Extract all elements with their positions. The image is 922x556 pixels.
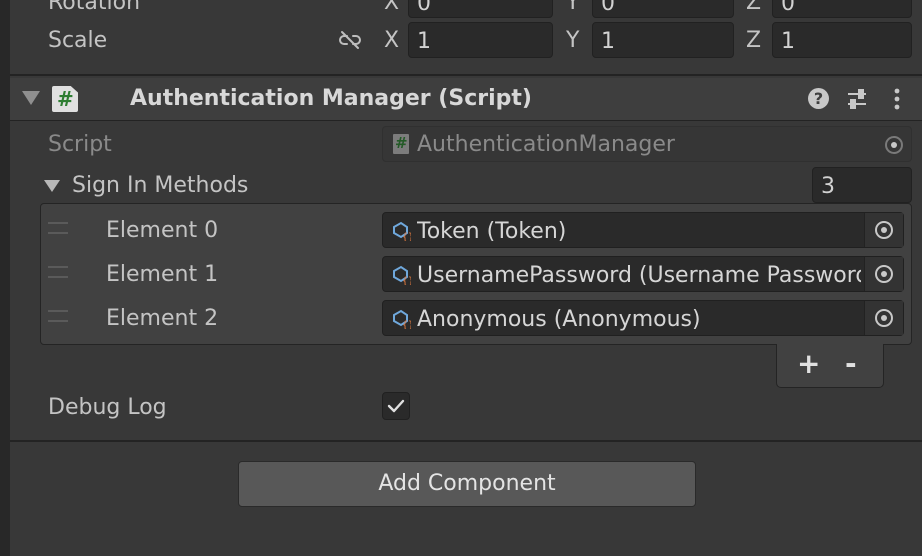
drag-handle-icon[interactable] <box>48 266 68 278</box>
element-label: Element 0 <box>106 218 219 243</box>
element-label: Element 2 <box>106 306 219 331</box>
scriptable-object-icon: {} <box>391 265 414 287</box>
script-file-icon: # <box>52 86 78 112</box>
context-menu-icon[interactable] <box>894 88 900 110</box>
script-field: # AuthenticationManager <box>382 126 912 162</box>
scale-y-label[interactable]: Y <box>566 30 579 52</box>
rotation-y-label[interactable]: Y <box>566 0 579 14</box>
scriptable-object-icon: {} <box>391 309 414 331</box>
script-picker-icon <box>885 136 903 154</box>
rotation-x-label[interactable]: X <box>384 0 399 14</box>
object-picker-button[interactable] <box>864 257 903 291</box>
object-picker-icon[interactable] <box>875 309 893 327</box>
element-object-field[interactable]: {} Token (Token) <box>382 212 904 248</box>
inspector-left-edge <box>0 0 10 556</box>
rotation-label: Rotation <box>48 0 141 15</box>
element-label: Element 1 <box>106 262 219 287</box>
rotation-z-field[interactable]: 0 <box>772 0 912 18</box>
scale-z-field[interactable]: 1 <box>772 22 912 58</box>
scriptable-object-icon: {} <box>391 221 414 243</box>
element-value: Anonymous (Anonymous) <box>417 307 701 332</box>
element-object-field[interactable]: {} UsernamePassword (Username Password) <box>382 256 904 292</box>
component-title: Authentication Manager (Script) <box>130 86 532 111</box>
script-label: Script <box>48 132 112 157</box>
presets-icon[interactable] <box>846 88 868 110</box>
debug-log-checkbox[interactable] <box>382 392 410 420</box>
add-component-button[interactable]: Add Component <box>238 461 696 507</box>
help-icon[interactable]: ? <box>808 88 829 109</box>
element-object-field[interactable]: {} Anonymous (Anonymous) <box>382 300 904 336</box>
object-picker-button[interactable] <box>864 301 903 335</box>
rotation-z-label[interactable]: Z <box>746 0 761 14</box>
script-field-value: AuthenticationManager <box>417 132 675 157</box>
scale-y-field[interactable]: 1 <box>592 22 734 58</box>
script-hash-glyph: # <box>57 87 74 111</box>
scale-label: Scale <box>48 28 108 53</box>
scale-x-label[interactable]: X <box>384 30 399 52</box>
script-field-icon: # <box>393 134 409 154</box>
list-foldout-arrow-icon[interactable] <box>44 180 60 192</box>
drag-handle-icon[interactable] <box>48 310 68 322</box>
scale-x-field[interactable]: 1 <box>408 22 553 58</box>
object-picker-icon[interactable] <box>875 221 893 239</box>
list-size-field[interactable]: 3 <box>812 167 912 203</box>
element-value: Token (Token) <box>417 219 567 244</box>
object-picker-button[interactable] <box>864 213 903 247</box>
script-field-hash-glyph: # <box>395 134 408 152</box>
debug-log-label: Debug Log <box>48 395 167 420</box>
svg-text:{}: {} <box>402 232 411 241</box>
add-element-button[interactable]: + <box>797 350 820 378</box>
svg-text:{}: {} <box>402 276 411 285</box>
remove-element-button[interactable]: - <box>845 350 857 378</box>
element-value: UsernamePassword (Username Password) <box>417 263 861 288</box>
list-label[interactable]: Sign In Methods <box>72 175 248 197</box>
list-footer: + - <box>776 344 884 388</box>
foldout-arrow-icon[interactable] <box>22 91 40 105</box>
constrain-proportions-icon[interactable] <box>338 28 362 52</box>
component-separator <box>10 74 922 76</box>
object-picker-icon[interactable] <box>875 265 893 283</box>
rotation-y-field[interactable]: 0 <box>592 0 734 18</box>
drag-handle-icon[interactable] <box>48 222 68 234</box>
rotation-x-field[interactable]: 0 <box>408 0 553 18</box>
svg-text:{}: {} <box>402 320 411 329</box>
scale-z-label[interactable]: Z <box>746 30 761 52</box>
